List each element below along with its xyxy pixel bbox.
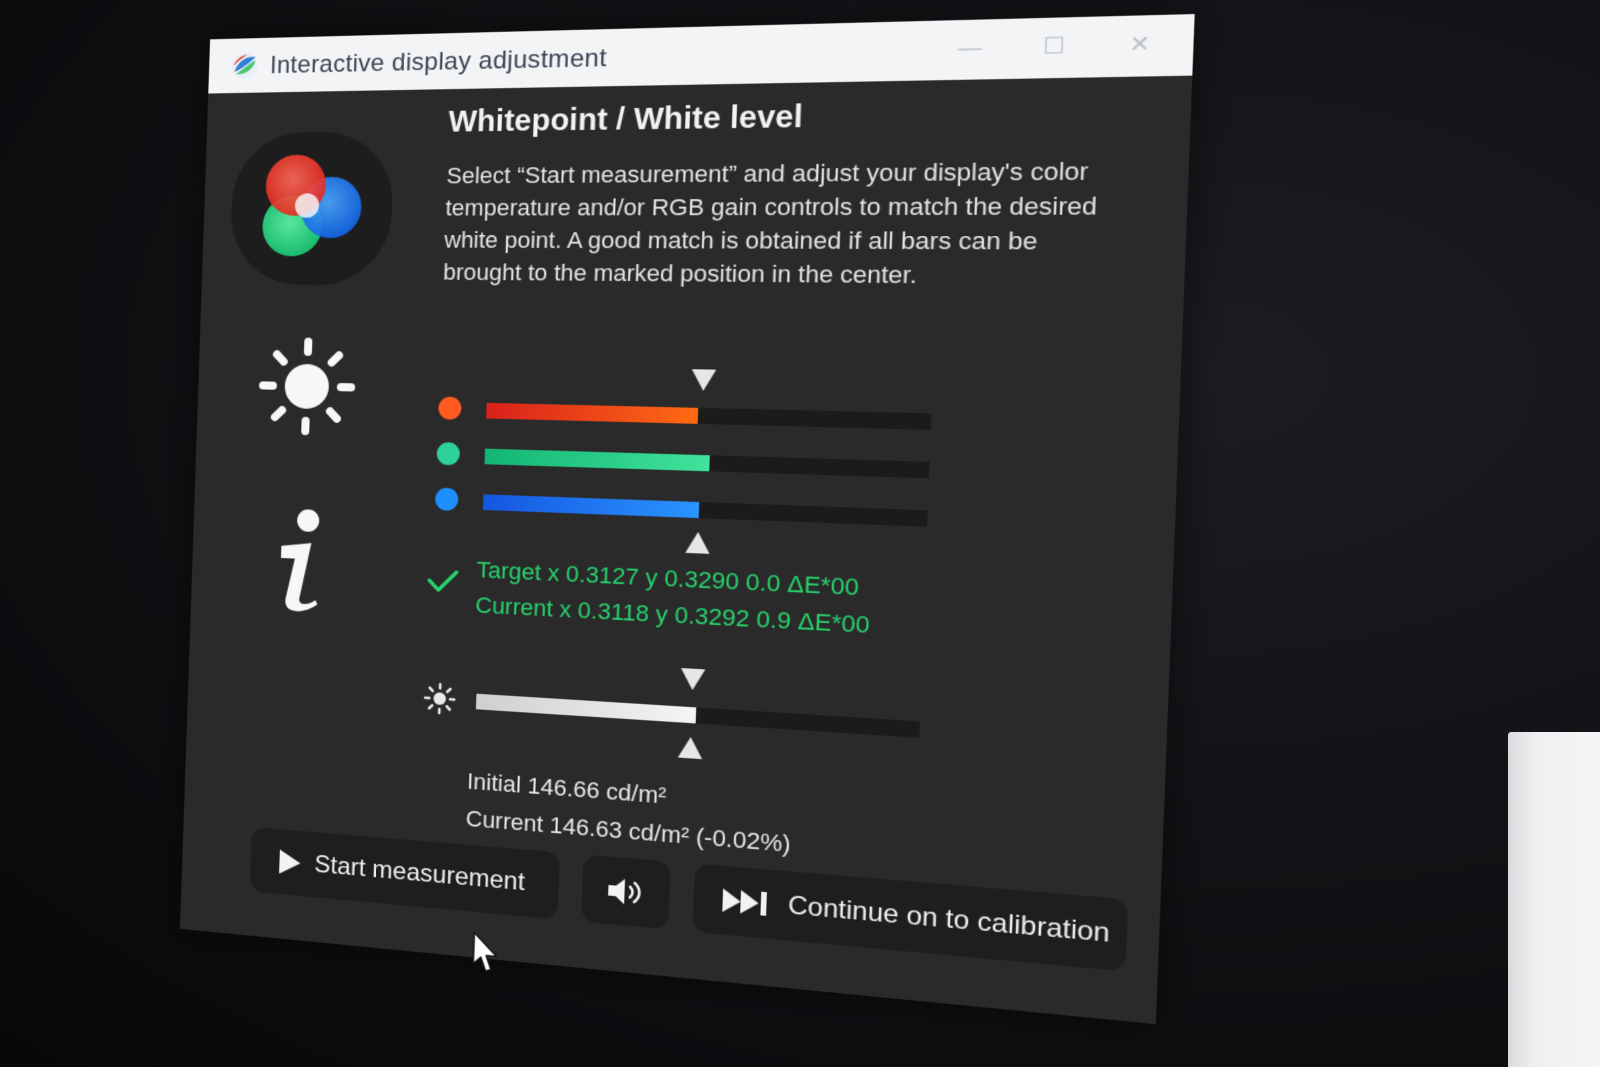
green-channel-dot: [436, 442, 460, 465]
sidebar-nav: [180, 89, 439, 951]
section-heading: Whitepoint / White level: [448, 100, 803, 140]
title-bar[interactable]: Interactive display adjustment — ☐ ✕: [208, 14, 1194, 93]
blue-bar-track: [483, 494, 928, 526]
blue-bar-fill: [483, 494, 699, 518]
red-bar-fill: [486, 403, 698, 424]
play-icon: [276, 847, 303, 878]
speaker-icon: [606, 875, 648, 908]
maximize-button[interactable]: ☐: [1035, 31, 1073, 63]
continue-to-calibration-label: Continue on to calibration: [787, 871, 1111, 970]
window-perspective: Interactive display adjustment — ☐ ✕ Whi…: [180, 14, 1195, 1024]
luminance-target-marker-top: [680, 668, 705, 691]
blue-channel-dot: [435, 487, 459, 511]
sound-toggle-button[interactable]: [581, 854, 671, 929]
instructions-text: Select “Start measurement” and adjust yo…: [443, 154, 1127, 294]
nav-item-whitepoint[interactable]: [229, 131, 394, 285]
sun-icon: [223, 314, 388, 470]
luminance-bar-track: [476, 694, 920, 738]
mouse-cursor-icon: [471, 930, 500, 976]
monitor-background: Interactive display adjustment — ☐ ✕ Whi…: [0, 0, 1600, 1067]
green-gain-bar: [436, 439, 946, 487]
luminance-target-marker-bottom: [678, 736, 703, 759]
check-icon: [426, 567, 460, 595]
red-channel-dot: [438, 397, 462, 420]
skip-forward-icon: [720, 885, 775, 920]
rgb-circles-icon: [229, 131, 394, 285]
background-window-edge: [1508, 732, 1600, 1067]
green-bar-track: [485, 449, 930, 479]
blue-gain-bar: [435, 484, 945, 535]
target-marker-top: [691, 369, 716, 391]
info-icon: [217, 485, 382, 644]
continue-to-calibration-button[interactable]: Continue on to calibration: [693, 864, 1129, 972]
interactive-display-adjustment-window: Interactive display adjustment — ☐ ✕ Whi…: [180, 14, 1195, 1024]
window-title: Interactive display adjustment: [270, 44, 608, 80]
sun-small-icon: [422, 680, 458, 717]
target-marker-bottom: [685, 532, 710, 554]
close-button[interactable]: ✕: [1121, 29, 1159, 62]
red-gain-bar: [438, 393, 948, 438]
nav-item-brightness[interactable]: [223, 314, 388, 470]
red-bar-track: [486, 403, 931, 430]
nav-item-info[interactable]: [217, 485, 382, 644]
minimize-button[interactable]: —: [952, 33, 989, 65]
green-bar-fill: [485, 449, 710, 472]
luminance-bar-fill: [476, 694, 696, 724]
displaycal-logo-icon: [230, 51, 258, 80]
whitepoint-panel: Whitepoint / White level Select “Start m…: [449, 94, 1154, 105]
